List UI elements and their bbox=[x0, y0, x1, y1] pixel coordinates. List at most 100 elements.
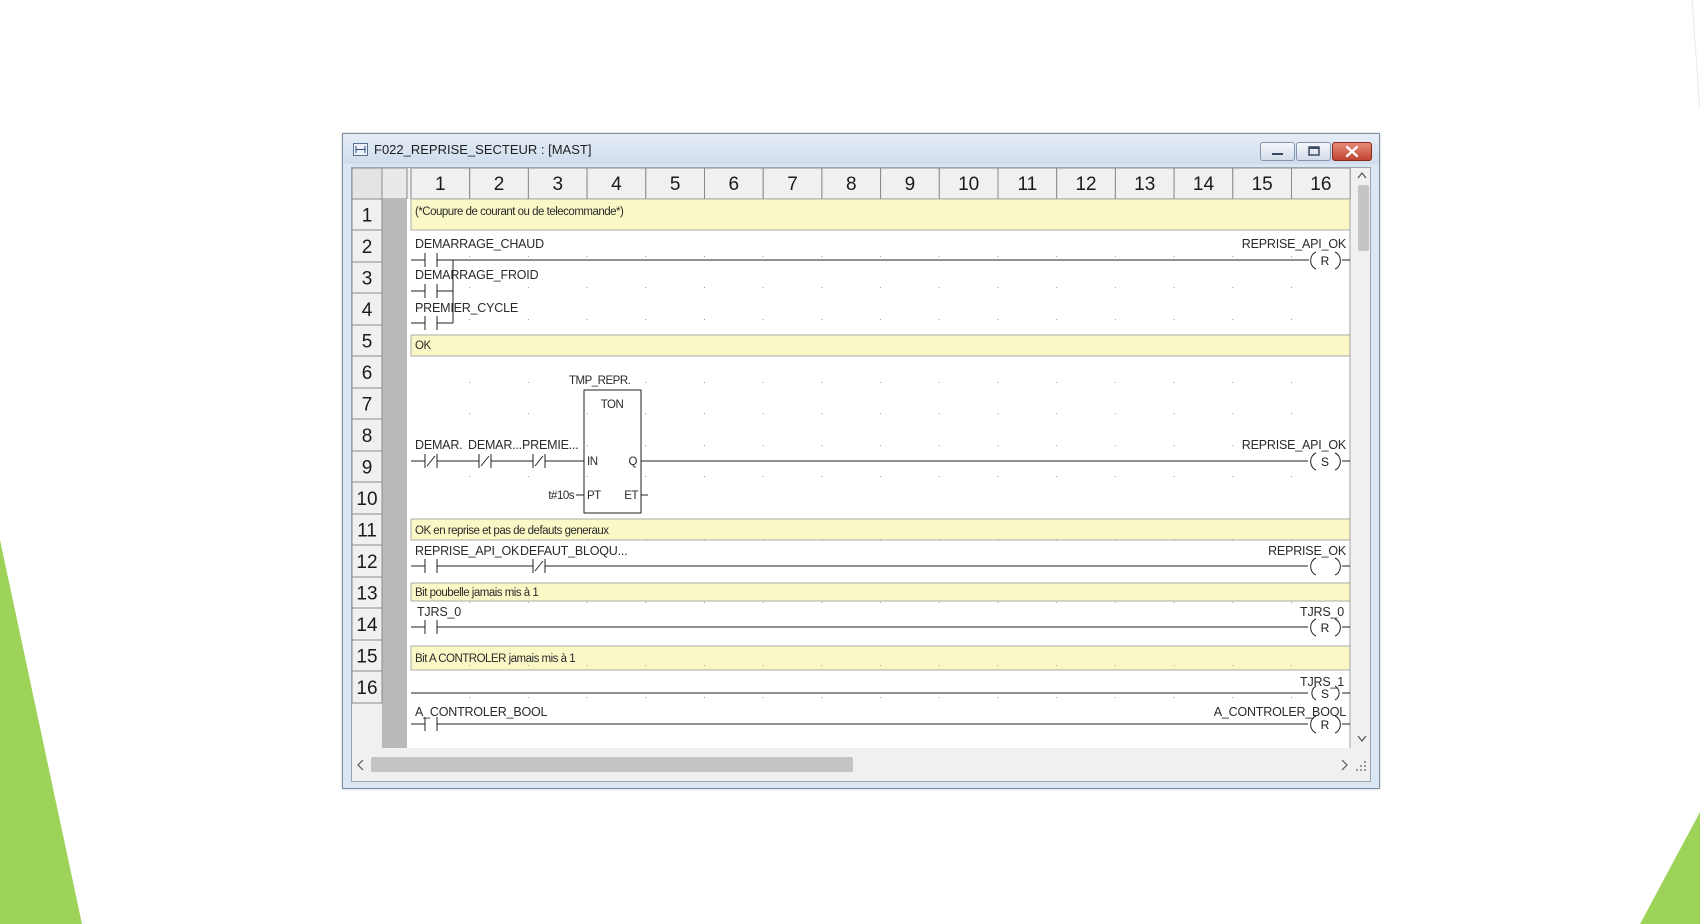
row-header-11[interactable]: 11 bbox=[352, 513, 383, 546]
row-header-9[interactable]: 9 bbox=[352, 450, 383, 483]
row-header-label: 14 bbox=[356, 615, 378, 636]
row-header-label: 2 bbox=[362, 237, 373, 258]
contact-label-demarrage-chaud: DEMARRAGE_CHAUD bbox=[415, 237, 544, 251]
row-header-5[interactable]: 5 bbox=[352, 324, 383, 357]
column-header-12[interactable]: 12 bbox=[1056, 168, 1116, 200]
comment-row-5[interactable] bbox=[410, 334, 1351, 357]
row-header-4[interactable]: 4 bbox=[352, 292, 383, 326]
comment-text-1: (*Coupure de courant ou de telecommande*… bbox=[415, 206, 624, 218]
column-header-11[interactable]: 11 bbox=[997, 168, 1058, 200]
coil-label-reprise-api-ok-s: REPRISE_API_OK bbox=[1242, 438, 1347, 452]
window-title: F022_REPRISE_SECTEUR : [MAST] bbox=[374, 142, 592, 157]
row-header-8[interactable]: 8 bbox=[352, 418, 383, 452]
coil-type-tjrs-0: R bbox=[1321, 621, 1330, 635]
column-header-3[interactable]: 3 bbox=[527, 168, 588, 200]
ladder-diagram: 1 2 3 4 5 6 7 8 9 10 11 12 13 14 15 16 1234567891011121… bbox=[352, 168, 1371, 782]
coil-label-reprise-api-ok-r: REPRISE_API_OK bbox=[1242, 237, 1347, 251]
column-header-label: 12 bbox=[1075, 174, 1096, 195]
deco-triangle-right bbox=[1640, 812, 1700, 924]
network-reprise-ok bbox=[411, 557, 1350, 576]
column-header-label: 16 bbox=[1310, 174, 1331, 195]
row-header-16[interactable]: 16 bbox=[352, 670, 383, 704]
timer-type-label: TON bbox=[601, 399, 624, 411]
column-header-label: 5 bbox=[670, 174, 681, 195]
column-header-15[interactable]: 15 bbox=[1232, 168, 1292, 200]
comment-text-5: OK bbox=[415, 340, 431, 352]
row-header-2[interactable]: 2 bbox=[352, 229, 383, 263]
network-tjrs-1 bbox=[411, 685, 1350, 734]
column-header-5[interactable]: 5 bbox=[645, 168, 705, 200]
ladder-editor-window: F022_REPRISE_SECTEUR : [MAST] 1234567891… bbox=[342, 133, 1380, 789]
column-header-label: 10 bbox=[958, 174, 979, 195]
column-header-label: 3 bbox=[552, 174, 563, 195]
network-tjrs-0 bbox=[411, 618, 1350, 637]
vertical-scroll-thumb[interactable] bbox=[1358, 185, 1369, 251]
column-header-label: 13 bbox=[1134, 174, 1155, 195]
close-button[interactable] bbox=[1332, 142, 1372, 161]
row-header-12[interactable]: 12 bbox=[352, 544, 383, 578]
column-header-4[interactable]: 4 bbox=[586, 168, 647, 200]
gutter-column bbox=[382, 199, 407, 748]
row-header-7[interactable]: 7 bbox=[352, 387, 383, 420]
vertical-scrollbar[interactable] bbox=[1351, 168, 1371, 748]
row-header-1[interactable]: 1 bbox=[352, 198, 383, 231]
row-header-13[interactable]: 13 bbox=[352, 576, 383, 609]
coil-type-reprise-api-ok-s: S bbox=[1321, 455, 1329, 469]
column-header-1[interactable]: 1 bbox=[410, 168, 471, 200]
column-header-label: 8 bbox=[846, 174, 857, 195]
minimize-button[interactable] bbox=[1260, 142, 1295, 161]
contact-label-a-controler-bool: A_CONTROLER_BOOL bbox=[415, 705, 548, 719]
row-header-label: 16 bbox=[356, 678, 377, 699]
comment-text-10: OK en reprise et pas de defauts generaux bbox=[415, 525, 609, 537]
contact-label-premie: PREMIE... bbox=[522, 438, 579, 452]
column-header-6[interactable]: 6 bbox=[704, 168, 764, 200]
grid-dots bbox=[469, 256, 1292, 698]
title-bar[interactable]: F022_REPRISE_SECTEUR : [MAST] bbox=[343, 134, 1379, 164]
horizontal-scroll-thumb[interactable] bbox=[371, 757, 853, 772]
row-header-label: 13 bbox=[356, 584, 377, 605]
network-reprise-api-r bbox=[411, 251, 1350, 330]
row-header-10[interactable]: 10 bbox=[352, 481, 383, 515]
row-header-label: 3 bbox=[362, 269, 373, 290]
horizontal-scrollbar[interactable] bbox=[352, 748, 1371, 782]
column-header-label: 1 bbox=[435, 174, 446, 195]
row-header-label: 8 bbox=[362, 426, 373, 447]
row-header-15[interactable]: 15 bbox=[352, 639, 383, 672]
coil-label-tjrs-0: TJRS_0 bbox=[1300, 605, 1344, 619]
row-header-label: 9 bbox=[362, 458, 373, 479]
coil-label-a-controler-bool: A_CONTROLER_BOOL bbox=[1214, 705, 1347, 719]
contact-label-demar-1: DEMAR. bbox=[415, 438, 462, 452]
comment-text-12: Bit poubelle jamais mis à 1 bbox=[415, 587, 538, 599]
column-header-8[interactable]: 8 bbox=[821, 168, 882, 200]
column-header-label: 7 bbox=[787, 174, 798, 195]
column-header-14[interactable]: 14 bbox=[1173, 168, 1234, 200]
contact-label-premier-cycle: PREMIER_CYCLE bbox=[415, 301, 518, 315]
column-header-2[interactable]: 2 bbox=[469, 168, 529, 200]
column-header-label: 4 bbox=[611, 174, 622, 195]
column-header-9[interactable]: 9 bbox=[880, 168, 940, 200]
restore-icon bbox=[1308, 146, 1320, 156]
row-header-label: 11 bbox=[357, 521, 377, 542]
column-header-13[interactable]: 13 bbox=[1114, 168, 1175, 200]
gutter-header-cell bbox=[381, 168, 408, 200]
ladder-diagram-pane[interactable]: 1 2 3 4 5 6 7 8 9 10 11 12 13 14 15 16 1 2 3 4 5 6 7 8 9 10 11 12 1… bbox=[351, 167, 1371, 782]
comment-text-14: Bit A CONTROLER jamais mis à 1 bbox=[415, 653, 575, 665]
column-header-label: 14 bbox=[1193, 174, 1215, 195]
column-header-7[interactable]: 7 bbox=[762, 168, 823, 200]
maximize-button[interactable] bbox=[1296, 142, 1331, 161]
close-icon bbox=[1345, 145, 1359, 158]
row-header-3[interactable]: 3 bbox=[352, 261, 383, 294]
coil-type-a-controler-bool: R bbox=[1321, 718, 1330, 732]
column-header-10[interactable]: 10 bbox=[938, 168, 999, 200]
coil-type-reprise-api-ok-r: R bbox=[1321, 254, 1330, 268]
row-header-label: 4 bbox=[362, 300, 373, 321]
column-header-16[interactable]: 16 bbox=[1291, 168, 1351, 200]
coil-type-tjrs-1: S bbox=[1321, 687, 1329, 701]
contact-label-reprise-api-ok: REPRISE_API_OK bbox=[415, 544, 520, 558]
column-header-label: 2 bbox=[494, 174, 505, 195]
column-header-label: 9 bbox=[905, 174, 916, 195]
row-header-6[interactable]: 6 bbox=[352, 355, 383, 389]
comment-row-12[interactable] bbox=[410, 582, 1351, 602]
row-header-14[interactable]: 14 bbox=[352, 607, 383, 641]
timer-instance-label: TMP_REPR. bbox=[569, 375, 631, 387]
